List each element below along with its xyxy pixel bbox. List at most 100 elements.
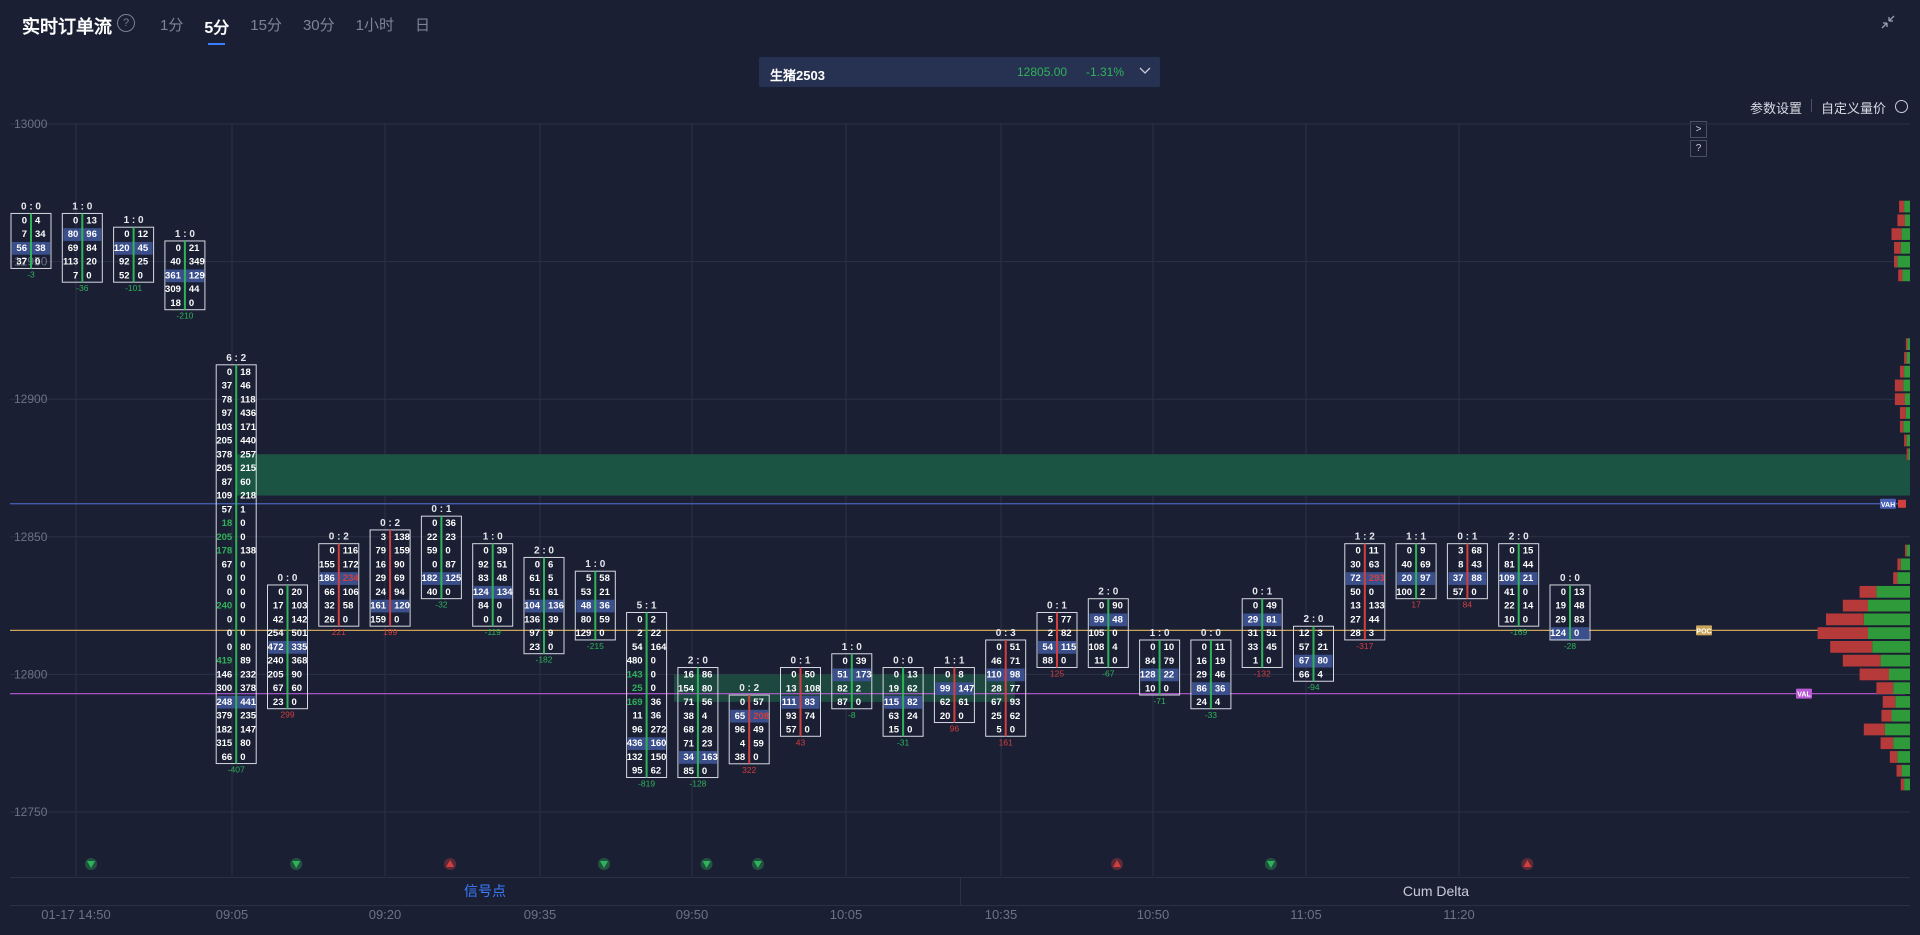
candle-header: 0 : 2	[380, 518, 400, 529]
cell-bid: 205	[216, 463, 233, 474]
cell-ask: 0	[35, 257, 40, 268]
cell-ask: 218	[240, 491, 256, 502]
cell-ask: 56	[702, 697, 713, 708]
cell-ask: 172	[343, 559, 359, 570]
cell-ask: 44	[189, 284, 200, 295]
profile-buy-bar	[1904, 200, 1910, 213]
candle-delta: -210	[176, 311, 193, 321]
cell-bid: 52	[119, 270, 130, 281]
cell-ask: 15	[1523, 546, 1534, 557]
cell-ask: 0	[907, 725, 912, 736]
cell-bid: 22	[1504, 601, 1515, 612]
cell-bid: 104	[524, 601, 541, 612]
footprint-chart[interactable]: 13000129501290012850128001275001-17 14:5…	[0, 0, 1920, 935]
cell-bid: 78	[222, 394, 233, 405]
cell-bid: 109	[1499, 573, 1515, 584]
tab-cum-delta[interactable]: Cum Delta	[960, 878, 1911, 905]
cell-bid: 146	[216, 669, 232, 680]
x-tick-label: 10:35	[985, 907, 1018, 922]
candle-header: 1 : 0	[483, 532, 503, 543]
y-tick-label: 12900	[14, 392, 48, 406]
cell-ask: 4	[1318, 669, 1324, 680]
candle-header: 1 : 0	[585, 559, 605, 570]
profile-buy-bar	[1884, 723, 1910, 736]
candle-delta: -31	[897, 737, 910, 747]
profile-buy-bar	[1906, 352, 1910, 364]
cell-ask: 0	[497, 614, 502, 625]
candle-header: 2 : 0	[1509, 532, 1529, 543]
cell-ask: 0	[1471, 587, 1476, 598]
cell-bid: 28	[991, 683, 1002, 694]
profile-sell-bar	[1897, 214, 1905, 227]
cell-bid: 25	[632, 683, 643, 694]
cell-bid: 59	[427, 546, 438, 557]
cell-ask: 62	[1010, 711, 1021, 722]
cell-ask: 0	[1164, 683, 1169, 694]
cell-bid: 46	[991, 656, 1002, 667]
cell-bid: 161	[370, 601, 387, 612]
candle-delta: 221	[332, 627, 346, 637]
cell-ask: 21	[189, 243, 200, 254]
candle-delta: -182	[535, 655, 552, 665]
x-tick-label: 11:05	[1290, 907, 1322, 922]
cell-bid: 0	[227, 642, 232, 653]
cell-ask: 69	[1420, 559, 1431, 570]
candle-delta: -101	[125, 283, 142, 293]
candle-delta: -132	[1254, 668, 1271, 678]
cell-bid: 0	[432, 559, 437, 570]
cell-ask: 86	[702, 670, 713, 681]
cell-bid: 159	[370, 614, 386, 625]
cell-ask: 45	[1266, 642, 1277, 653]
x-tick-label: 10:05	[830, 907, 863, 922]
cell-ask: 57	[753, 697, 764, 708]
x-tick-label: 01-17 14:50	[41, 907, 110, 922]
cell-bid: 96	[735, 725, 746, 736]
cell-ask: 0	[1266, 656, 1271, 667]
candle-delta: -36	[76, 283, 89, 293]
cell-bid: 0	[227, 367, 232, 378]
profile-sell-bar	[1899, 407, 1906, 419]
cell-ask: 147	[958, 683, 974, 694]
cell-ask: 147	[240, 724, 256, 735]
cell-bid: 66	[324, 587, 335, 598]
cell-ask: 0	[240, 628, 245, 639]
cell-ask: 0	[240, 587, 245, 598]
cell-ask: 349	[189, 257, 205, 268]
cell-ask: 0	[1523, 587, 1528, 598]
cell-bid: 57	[1299, 642, 1310, 653]
profile-sell-bar	[1859, 585, 1877, 598]
cell-bid: 0	[227, 614, 232, 625]
cell-bid: 0	[1509, 546, 1514, 557]
cell-bid: 472	[268, 642, 284, 653]
candle-header: 0 : 1	[1252, 587, 1272, 598]
cell-bid: 19	[889, 683, 900, 694]
cell-bid: 309	[165, 284, 181, 295]
profile-sell-bar	[1842, 654, 1881, 667]
profile-buy-bar	[1895, 696, 1910, 708]
cell-bid: 32	[324, 601, 335, 612]
vah-label: VAH	[1881, 502, 1895, 509]
cell-bid: 79	[376, 546, 387, 557]
profile-sell-bar	[1904, 544, 1907, 557]
cell-bid: 205	[268, 669, 285, 680]
cell-ask: 77	[1010, 683, 1021, 694]
cell-ask: 160	[651, 738, 667, 749]
tab-signal-points[interactable]: 信号点	[10, 878, 960, 905]
profile-buy-bar	[1897, 751, 1910, 763]
cell-ask: 173	[856, 670, 872, 681]
cell-ask: 120	[394, 601, 410, 612]
cell-bid: 436	[627, 738, 643, 749]
cell-ask: 150	[651, 752, 667, 763]
cell-bid: 56	[16, 243, 27, 254]
cell-bid: 54	[1042, 642, 1053, 653]
cell-ask: 0	[240, 752, 245, 763]
cell-bid: 248	[216, 697, 232, 708]
candle-delta: -28	[1564, 641, 1577, 651]
cell-ask: 25	[138, 257, 149, 268]
cell-bid: 113	[63, 257, 78, 268]
cell-bid: 3	[381, 532, 386, 543]
candle-header: 0 : 1	[431, 504, 451, 515]
cell-ask: 0	[445, 546, 450, 557]
cell-bid: 83	[478, 573, 489, 584]
vah-marker	[1898, 499, 1906, 508]
